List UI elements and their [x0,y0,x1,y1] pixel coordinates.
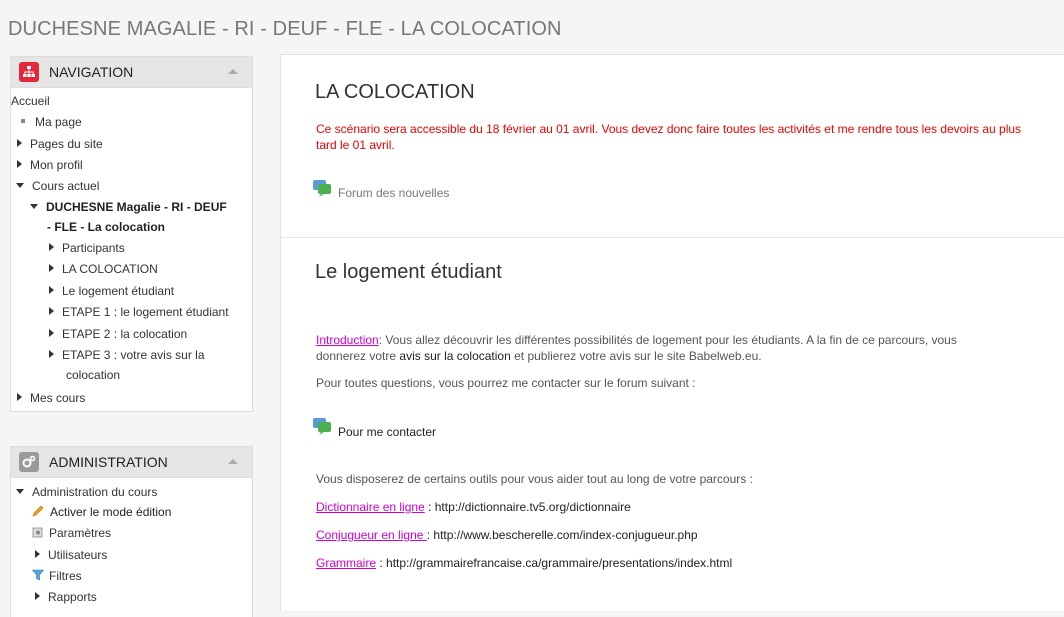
collapse-icon[interactable] [228,69,238,74]
intro-line-2: donnerez votre avis sur la colocation et… [316,349,762,363]
news-forum-link[interactable]: Forum des nouvelles [338,185,449,201]
admin-edit-mode[interactable]: Activer le mode édition [32,504,171,520]
expand-icon [17,139,22,147]
nav-etape-3[interactable]: ETAPE 3 : votre avis sur la [49,347,205,363]
pencil-icon [32,505,44,517]
expand-icon [35,550,40,558]
administration-block: ADMINISTRATION Administration du cours A… [10,446,253,617]
contact-forum-link[interactable]: Pour me contacter [338,424,436,440]
expand-icon [35,592,40,600]
nav-my-courses[interactable]: Mes cours [17,390,85,406]
availability-notice: Ce scénario sera accessible du 18 févrie… [316,122,1022,152]
nav-etape-2[interactable]: ETAPE 2 : la colocation [49,326,187,342]
nav-my-page[interactable]: Ma page [19,114,82,130]
expand-icon [49,329,54,337]
expand-icon [17,393,22,401]
admin-settings[interactable]: Paramètres [32,525,111,541]
navigation-header[interactable]: NAVIGATION [11,57,252,88]
admin-course-admin[interactable]: Administration du cours [16,484,157,500]
page-title: DUCHESNE MAGALIE - RI - DEUF - FLE - LA … [8,18,562,40]
nav-etape-3-cont[interactable]: colocation [66,367,120,383]
introduction-link[interactable]: Introduction [316,333,379,347]
expand-icon [49,286,54,294]
collapse-tree-icon [16,489,24,494]
grammar-link[interactable]: Grammaire [316,556,376,570]
section-divider [281,237,1064,238]
nav-current-course[interactable]: Cours actuel [16,178,99,194]
navigation-block: NAVIGATION Accueil Ma page Pages du site… [10,56,253,412]
administration-header[interactable]: ADMINISTRATION [11,447,252,478]
grammar-line: Grammaire : http://grammairefrancaise.ca… [316,556,733,570]
navigation-title: NAVIGATION [49,64,134,80]
expand-icon [49,350,54,358]
admin-filters[interactable]: Filtres [31,568,82,584]
intro-line-1: Introduction: Vous allez découvrir les d… [316,333,957,347]
dictionary-line: Dictionnaire en ligne : http://dictionna… [316,500,631,514]
collapse-icon[interactable] [228,459,238,464]
expand-icon [49,243,54,251]
expand-icon [49,264,54,272]
nav-participants[interactable]: Participants [49,240,125,256]
nav-course-name-cont[interactable]: - FLE - La colocation [47,219,165,235]
course-content: LA COLOCATION Ce scénario sera accessibl… [280,54,1064,611]
nav-home[interactable]: Accueil [11,93,50,109]
collapse-tree-icon [30,204,38,209]
nav-la-colocation[interactable]: LA COLOCATION [49,261,158,277]
nav-course-name[interactable]: DUCHESNE Magalie - RI - DEUF [30,199,227,215]
questions-text: Pour toutes questions, vous pourrez me c… [316,376,696,390]
nav-my-profile[interactable]: Mon profil [17,157,83,173]
forum-icon [313,418,331,435]
conjugator-link[interactable]: Conjugueur en ligne [316,528,427,542]
conjugator-line: Conjugueur en ligne : http://www.bescher… [316,528,698,542]
tools-text: Vous disposerez de certains outils pour … [316,472,753,486]
expand-icon [49,307,54,315]
expand-icon [17,160,22,168]
section-title-la-colocation: LA COLOCATION [315,81,475,103]
collapse-tree-icon [16,183,24,188]
bullet-icon [21,119,25,123]
nav-site-pages[interactable]: Pages du site [17,136,103,152]
sitemap-icon [19,62,39,82]
admin-reports[interactable]: Rapports [35,589,97,605]
dictionary-link[interactable]: Dictionnaire en ligne [316,500,425,514]
nav-etape-1[interactable]: ETAPE 1 : le logement étudiant [49,304,229,320]
nav-logement[interactable]: Le logement étudiant [49,283,174,299]
settings-icon [32,527,43,538]
forum-icon [313,180,331,197]
admin-users[interactable]: Utilisateurs [35,547,107,563]
avis-colocation-text: avis sur la colocation [399,349,511,363]
administration-title: ADMINISTRATION [49,454,168,470]
filter-icon [31,569,45,581]
section-title-logement: Le logement étudiant [315,261,502,283]
gears-icon [19,452,39,472]
